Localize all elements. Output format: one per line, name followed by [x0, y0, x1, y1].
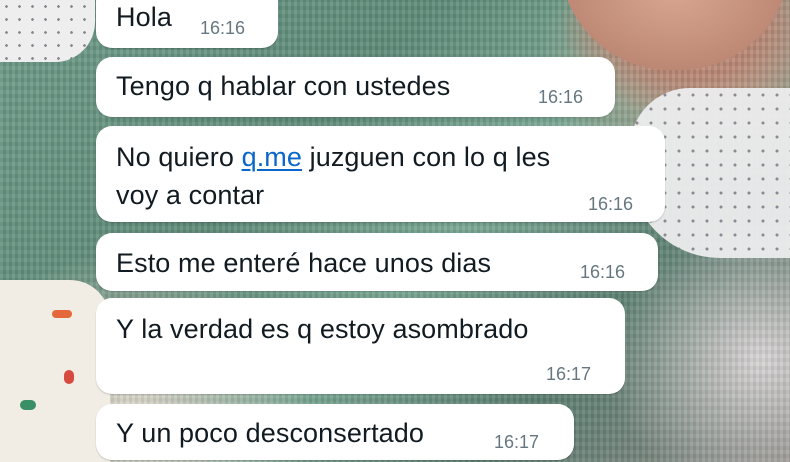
message-timestamp: 16:16 — [538, 87, 584, 107]
message-text: Y la verdad es q estoy asombrado — [116, 314, 529, 344]
message-bubble[interactable]: Tengo q hablar con ustedes 16:16 — [96, 57, 615, 117]
message-text-part: No quiero — [116, 142, 242, 172]
message-text-line2: voy a contar — [116, 180, 265, 210]
message-timestamp: 16:16 — [580, 262, 626, 282]
message-timestamp: 16:16 — [200, 18, 246, 38]
message-link[interactable]: q.me — [242, 142, 302, 172]
message-text: Y un poco desconsertado — [116, 418, 425, 448]
message-text: Tengo q hablar con ustedes — [116, 71, 451, 101]
message-text: No quiero q.me juzguen con lo q les — [116, 138, 550, 176]
message-timestamp: 16:17 — [494, 432, 540, 452]
message-timestamp: 16:17 — [546, 364, 592, 384]
message-bubble[interactable]: Y un poco desconsertado 16:17 — [96, 404, 574, 460]
message-timestamp: 16:16 — [588, 194, 634, 214]
message-bubble[interactable]: Y la verdad es q estoy asombrado 16:17 — [96, 298, 625, 394]
message-text-part: juzguen con lo q les — [302, 142, 551, 172]
message-bubble[interactable]: Esto me enteré hace unos dias 16:16 — [96, 233, 658, 291]
message-bubble[interactable]: No quiero q.me juzguen con lo q les voy … — [96, 126, 665, 222]
wallpaper-blanket — [0, 280, 110, 462]
message-bubble[interactable]: Hola 16:16 — [96, 0, 278, 48]
message-text: Esto me enteré hace unos dias — [116, 248, 492, 278]
message-text: Hola — [116, 2, 172, 32]
